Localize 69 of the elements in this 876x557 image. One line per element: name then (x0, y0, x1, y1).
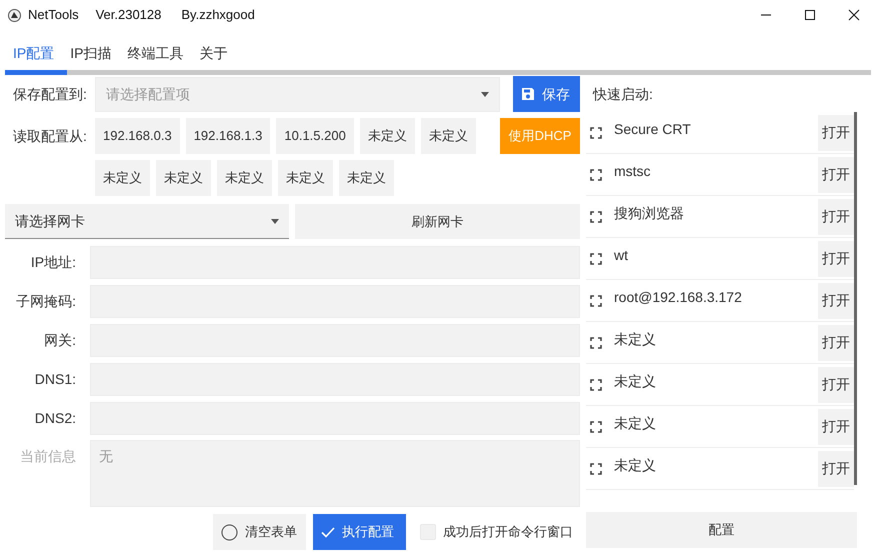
expand-icon (590, 378, 602, 390)
save-icon (521, 87, 535, 101)
open-cmd-label: 成功后打开命令行窗口 (443, 523, 573, 542)
expand-icon (590, 336, 602, 348)
scrollbar[interactable] (854, 112, 857, 485)
open-button[interactable]: 打开 (818, 114, 854, 150)
save-config-label: 保存配置到: (12, 84, 88, 104)
preset-button[interactable]: 192.168.1.3 (186, 118, 270, 154)
open-button[interactable]: 打开 (818, 282, 854, 318)
app-name: 未定义 (613, 330, 657, 349)
open-button[interactable]: 打开 (818, 240, 854, 276)
open-button[interactable]: 打开 (818, 156, 854, 192)
app-name: root@192.168.3.172 (613, 288, 743, 307)
info-label: 当前信息 (19, 447, 77, 466)
app-name: 未定义 (613, 372, 657, 391)
expand-icon (590, 210, 602, 222)
window-title: NetTools (28, 6, 79, 24)
expand-icon (590, 294, 602, 306)
info-area: 无 (90, 440, 580, 507)
expand-icon (590, 462, 602, 474)
field-label: DNS2: (34, 409, 77, 428)
field-label: IP地址: (30, 253, 77, 272)
open-button[interactable]: 打开 (818, 324, 854, 360)
quick-launch-label: 快速启动: (592, 84, 653, 104)
load-config-label: 读取配置从: (12, 126, 88, 146)
maximize-icon[interactable] (804, 9, 816, 21)
preset-button[interactable]: 未定义 (95, 160, 150, 196)
tab[interactable]: IP配置 (5, 43, 62, 70)
open-button[interactable]: 打开 (818, 366, 854, 402)
nic-select[interactable]: 请选择网卡 (5, 204, 289, 239)
author-label: By.zzhxgood (181, 6, 255, 24)
expand-icon (590, 126, 602, 138)
tab[interactable]: 关于 (191, 43, 236, 70)
open-button[interactable]: 打开 (818, 408, 854, 444)
preset-button[interactable]: 10.1.5.200 (276, 118, 354, 154)
preset-button[interactable]: 未定义 (339, 160, 394, 196)
version-label: Ver.230128 (96, 6, 162, 24)
app-name: 搜狗浏览器 (613, 204, 685, 223)
run-config-button[interactable]: 执行配置 (313, 514, 406, 550)
config-button[interactable]: 配置 (586, 512, 857, 548)
app-name: mstsc (613, 162, 652, 181)
preset-button[interactable]: 未定义 (420, 118, 476, 154)
preset-button[interactable]: 未定义 (156, 160, 211, 196)
preset-button[interactable]: 未定义 (360, 118, 415, 154)
app-name: Secure CRT (613, 120, 692, 139)
save-button[interactable]: 保存 (513, 76, 580, 112)
expand-icon (590, 168, 602, 180)
check-icon (321, 526, 335, 538)
expand-icon (590, 252, 602, 264)
app-name: 未定义 (613, 456, 657, 475)
field-label: DNS1: (34, 370, 77, 389)
field-label: 子网掩码: (15, 292, 77, 311)
tab[interactable]: 终端工具 (119, 43, 192, 70)
dropdown-icon (271, 218, 279, 224)
tab[interactable]: IP扫描 (62, 43, 120, 70)
clear-form-button[interactable]: 清空表单 (213, 514, 306, 550)
open-button[interactable]: 打开 (818, 450, 854, 486)
refresh-nic-button[interactable]: 刷新网卡 (295, 204, 580, 239)
app-name: 未定义 (613, 414, 657, 433)
app-name: wt (613, 246, 629, 265)
preset-button[interactable]: 192.168.0.3 (95, 118, 180, 154)
preset-button[interactable]: 未定义 (217, 160, 272, 196)
app-icon (8, 8, 21, 22)
open-button[interactable]: 打开 (818, 198, 854, 234)
expand-icon (590, 420, 602, 432)
preset-button[interactable]: 未定义 (278, 160, 333, 196)
close-icon[interactable] (848, 9, 860, 21)
dropdown-icon (481, 92, 489, 96)
field-label: 网关: (43, 331, 77, 350)
